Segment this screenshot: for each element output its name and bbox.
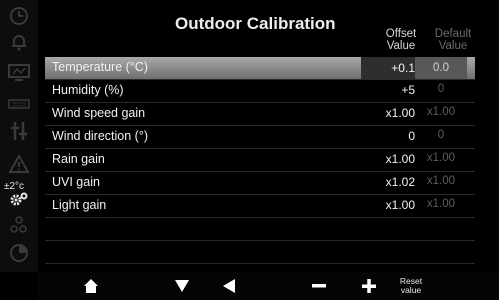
down-arrow-icon[interactable] bbox=[170, 272, 194, 300]
offset-column-header: Offset Value bbox=[385, 28, 417, 52]
row-humidity[interactable]: Humidity (%) +5 0 bbox=[45, 80, 475, 103]
row-label: Humidity (%) bbox=[52, 83, 124, 97]
default-value: 0.0 bbox=[415, 57, 467, 79]
reset-value-button[interactable]: Reset value bbox=[392, 272, 430, 300]
default-value: x1.00 bbox=[426, 198, 456, 210]
row-wind-direction[interactable]: Wind direction (°) 0 0 bbox=[45, 126, 475, 149]
plus-icon[interactable] bbox=[357, 272, 381, 300]
default-value: 0 bbox=[437, 83, 445, 95]
display-icon[interactable] bbox=[7, 61, 31, 83]
offset-value[interactable]: +0.1 bbox=[361, 57, 415, 79]
left-arrow-icon[interactable] bbox=[217, 272, 241, 300]
row-rain-gain[interactable]: Rain gain x1.00 x1.00 bbox=[45, 149, 475, 172]
page-title: Outdoor Calibration bbox=[175, 14, 336, 33]
row-label: Rain gain bbox=[52, 152, 105, 166]
empty-row bbox=[45, 218, 475, 241]
alert-icon[interactable] bbox=[7, 153, 31, 175]
row-label: UVI gain bbox=[52, 175, 100, 189]
default-value: x1.00 bbox=[426, 106, 456, 118]
offset-value[interactable]: 0 bbox=[361, 129, 415, 143]
row-light-gain[interactable]: Light gain x1.00 x1.00 bbox=[45, 195, 475, 218]
offset-value[interactable]: +5 bbox=[361, 83, 415, 97]
chart-icon[interactable] bbox=[7, 242, 31, 264]
sidebar: ±2°c bbox=[0, 0, 38, 272]
bottom-toolbar: Reset value bbox=[38, 272, 499, 300]
sensors-icon[interactable] bbox=[7, 120, 31, 142]
row-label: Temperature (°C) bbox=[52, 60, 148, 74]
row-label: Wind direction (°) bbox=[52, 129, 148, 143]
bell-icon[interactable] bbox=[7, 31, 31, 53]
offset-value[interactable]: x1.00 bbox=[361, 152, 415, 166]
default-value: 0 bbox=[437, 129, 445, 141]
calibration-icon[interactable] bbox=[7, 188, 31, 210]
row-label: Wind speed gain bbox=[52, 106, 146, 120]
row-temperature[interactable]: Temperature (°C) +0.1 0.0 bbox=[45, 57, 475, 80]
default-value: x1.00 bbox=[426, 152, 456, 164]
calibration-table: Temperature (°C) +0.1 0.0 Humidity (%) +… bbox=[45, 57, 475, 287]
offset-value[interactable]: x1.00 bbox=[361, 198, 415, 212]
offset-value[interactable]: x1.00 bbox=[361, 106, 415, 120]
keyboard-icon[interactable] bbox=[7, 93, 31, 115]
empty-row bbox=[45, 241, 475, 264]
calibration-panel: Outdoor Calibration Offset Value Default… bbox=[45, 0, 475, 287]
row-wind-speed-gain[interactable]: Wind speed gain x1.00 x1.00 bbox=[45, 103, 475, 126]
default-value: x1.00 bbox=[426, 175, 456, 187]
home-icon[interactable] bbox=[78, 272, 104, 300]
row-label: Light gain bbox=[52, 198, 107, 212]
row-uvi-gain[interactable]: UVI gain x1.02 x1.00 bbox=[45, 172, 475, 195]
default-column-header: Default Value bbox=[434, 28, 472, 52]
clock-icon[interactable] bbox=[7, 5, 31, 27]
offset-value[interactable]: x1.02 bbox=[361, 175, 415, 189]
minus-icon[interactable] bbox=[307, 272, 331, 300]
share-icon[interactable] bbox=[7, 214, 31, 236]
